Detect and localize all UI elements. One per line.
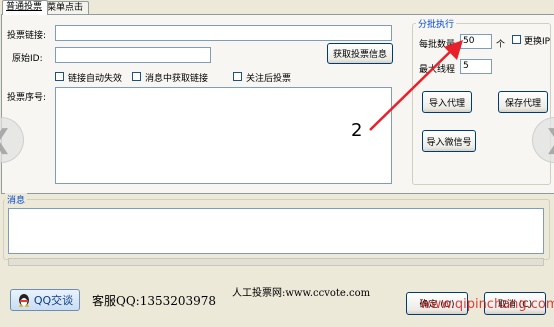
vote-site-text: 人工投票网:www.ccvote.com [232,288,371,299]
get-link-from-message-label: 消息中获取链接 [145,74,209,84]
source-id-input[interactable] [55,47,211,63]
vote-link-label: 投票链接: [7,31,47,41]
qq-chat-button[interactable]: QQ交谈 [10,289,80,311]
message-textarea[interactable] [8,208,544,254]
tab-menu-click-label: 菜单点击 [47,3,84,13]
annotation-arrow-icon [369,40,463,131]
change-ip-checkbox[interactable] [512,35,521,44]
annotation-number: 2 [351,120,363,141]
change-ip-label: 更换IP [524,37,551,47]
tab-normal-vote-label: 普通投票 [6,2,43,12]
get-link-from-message-checkbox[interactable] [132,72,141,81]
vote-after-follow-label: 关注后投票 [246,74,292,84]
watermark-text: www.qipinchang.com [420,297,554,312]
vote-seq-textarea[interactable] [55,87,392,184]
message-title: 消息 [5,193,28,206]
tab-normal-vote[interactable]: 普通投票 [2,0,48,15]
vote-after-follow-checkbox[interactable] [233,72,242,81]
per-batch-unit: 个 [496,40,506,50]
vote-link-input[interactable] [55,25,392,41]
link-auto-fail-checkbox[interactable] [55,72,64,81]
batch-group-title: 分批执行 [416,17,457,30]
save-proxy-button[interactable]: 保存代理 [498,91,548,113]
qq-chat-button-label: QQ交谈 [33,294,74,307]
source-id-label: 原始ID: [12,54,43,64]
qq-penguin-icon [18,294,29,307]
link-auto-fail-label: 链接自动失效 [68,74,123,84]
horizontal-scrollbar[interactable] [8,258,544,266]
tab-menu-click[interactable]: 菜单点击 [43,1,89,15]
service-qq-text: 客服QQ:1353203978 [92,294,217,308]
save-proxy-button-label: 保存代理 [504,98,541,109]
vote-seq-label: 投票序号: [7,93,47,103]
